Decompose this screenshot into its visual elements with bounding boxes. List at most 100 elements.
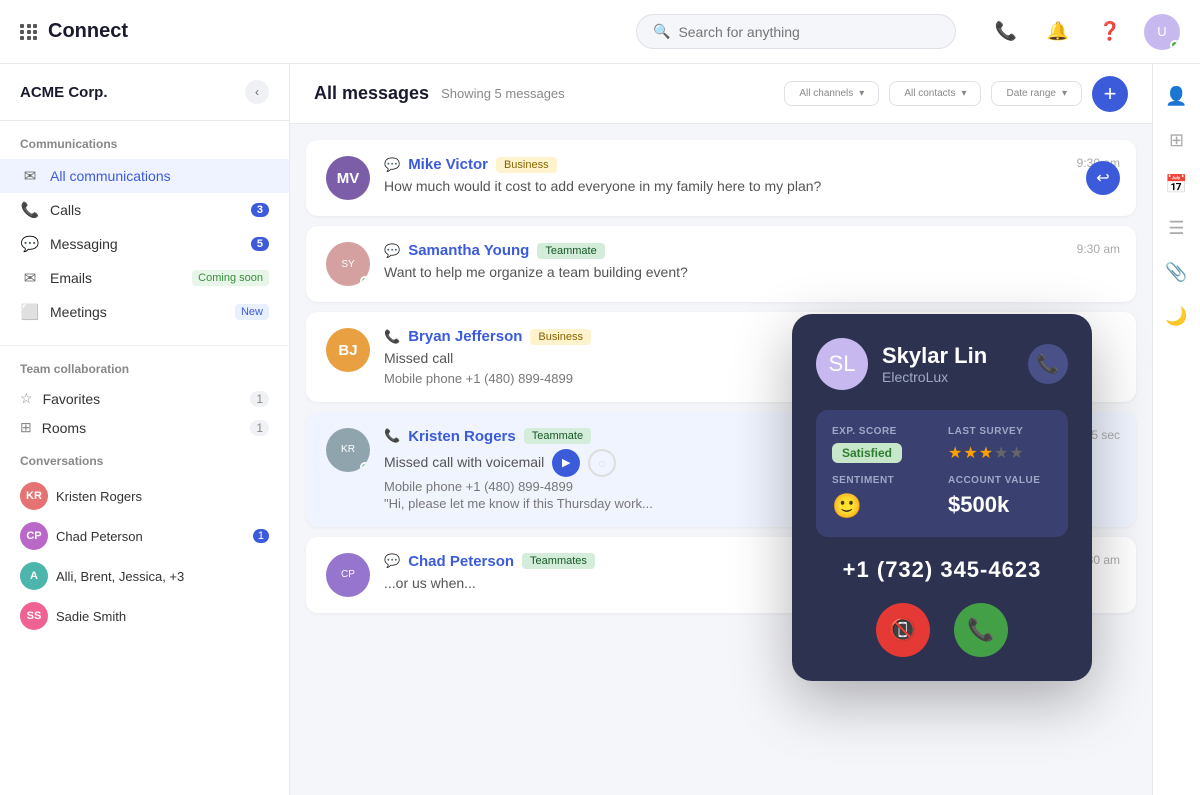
- decline-icon: 📵: [889, 617, 916, 643]
- msg-header-samantha: 💬 Samantha Young Teammate: [384, 242, 1116, 259]
- msg-tag-kristen: Teammate: [524, 428, 591, 444]
- accept-call-button[interactable]: 📞: [954, 603, 1008, 657]
- center-title: All messages: [314, 83, 429, 104]
- all-comms-icon: ✉: [20, 167, 40, 185]
- sentiment-emoji: 🙂: [832, 492, 936, 521]
- caller-name: Skylar Lin: [882, 343, 987, 369]
- msg-tag-bryan: Business: [530, 329, 591, 345]
- conv-item-sadie[interactable]: SS Sadie Smith: [0, 596, 289, 636]
- search-container: 🔍: [636, 14, 956, 49]
- center-filters: All channels ▾ All contacts ▾ Date range…: [784, 76, 1128, 112]
- search-box[interactable]: 🔍: [636, 14, 956, 49]
- msg-name-bryan: Bryan Jefferson: [408, 328, 522, 345]
- team-title: Team collaboration: [0, 362, 289, 384]
- msg-name-kristen: Kristen Rogers: [408, 428, 516, 445]
- chevron-down-icon: ▾: [859, 88, 864, 99]
- bell-icon[interactable]: 🔔: [1040, 14, 1076, 50]
- filter-date-label: Date range: [1006, 88, 1055, 99]
- header: Connect 🔍 📞 🔔 ❓ U: [0, 0, 1200, 64]
- msg-time-samantha: 9:30 am: [1077, 242, 1120, 256]
- voice-dot[interactable]: ○: [588, 449, 616, 477]
- msg-avatar-bryan: BJ: [326, 328, 370, 372]
- accept-icon: 📞: [967, 617, 994, 643]
- sidebar-item-meetings[interactable]: ⬜ Meetings New: [0, 295, 289, 329]
- add-button[interactable]: +: [1092, 76, 1128, 112]
- sentiment-label: SENTIMENT: [832, 475, 936, 486]
- message-card-samantha[interactable]: SY 💬 Samantha Young Teammate Want to hel…: [306, 226, 1136, 302]
- conv-name-kristen: Kristen Rogers: [56, 489, 269, 504]
- new-badge: New: [235, 304, 269, 320]
- center-subtitle: Showing 5 messages: [441, 86, 565, 101]
- filter-contacts[interactable]: All contacts ▾: [889, 81, 981, 106]
- collapse-button[interactable]: ‹: [245, 80, 269, 104]
- caller-company: ElectroLux: [882, 369, 987, 385]
- filter-date[interactable]: Date range ▾: [991, 81, 1082, 106]
- favorites-label: Favorites: [43, 391, 241, 407]
- rail-icon-paperclip[interactable]: 📎: [1157, 252, 1197, 292]
- rooms-count: 1: [250, 420, 269, 436]
- team-item-favorites[interactable]: ☆ Favorites 1: [0, 384, 289, 413]
- caller-avatar-initials: SL: [829, 351, 856, 377]
- caller-info: SL Skylar Lin ElectroLux 📞: [816, 338, 1068, 390]
- search-input[interactable]: [678, 24, 939, 40]
- conv-avatar-kristen: KR: [20, 482, 48, 510]
- conv-item-chad[interactable]: CP Chad Peterson 1: [0, 516, 289, 556]
- conv-avatar-sadie: SS: [20, 602, 48, 630]
- sidebar-item-label: Calls: [50, 202, 241, 218]
- popup-call-icon-btn[interactable]: 📞: [1028, 344, 1068, 384]
- rail-icon-list[interactable]: ☰: [1157, 208, 1197, 248]
- rail-icon-grid[interactable]: ⊞: [1157, 120, 1197, 160]
- sidebar-item-all-communications[interactable]: ✉ All communications: [0, 159, 289, 193]
- msg-tag-mike: Business: [496, 157, 557, 173]
- logo-area: Connect: [20, 20, 128, 43]
- calls-icon: 📞: [20, 201, 40, 219]
- msg-avatar-mike: MV: [326, 156, 370, 200]
- filter-channels-label: All channels: [799, 88, 853, 99]
- msg-text-kristen: Missed call with voicemail: [384, 453, 544, 473]
- msg-channel-icon: 📞: [384, 428, 400, 444]
- msg-avatar-kristen: KR: [326, 428, 370, 472]
- messaging-badge: 5: [251, 237, 269, 251]
- msg-text-samantha: Want to help me organize a team building…: [384, 263, 1116, 283]
- msg-channel-icon: 📞: [384, 329, 400, 345]
- main-layout: ACME Corp. ‹ Communications ✉ All commun…: [0, 64, 1200, 795]
- exp-score-cell: EXP. SCORE Satisfied: [832, 426, 936, 463]
- rail-icon-person[interactable]: 👤: [1157, 76, 1197, 116]
- reply-button-mike[interactable]: ↩: [1086, 161, 1120, 195]
- message-card-mike-victor[interactable]: MV 💬 Mike Victor Business How much would…: [306, 140, 1136, 216]
- online-dot: [360, 462, 370, 472]
- satisfied-badge: Satisfied: [832, 443, 902, 463]
- sidebar-item-messaging[interactable]: 💬 Messaging 5: [0, 227, 289, 261]
- sidebar-item-emails[interactable]: ✉ Emails Coming soon: [0, 261, 289, 295]
- meetings-icon: ⬜: [20, 303, 40, 321]
- conv-item-kristen[interactable]: KR Kristen Rogers: [0, 476, 289, 516]
- org-name: ACME Corp.: [20, 84, 108, 101]
- chevron-down-icon: ▾: [1062, 88, 1067, 99]
- rooms-icon: ⊞: [20, 419, 32, 436]
- account-value-cell: ACCOUNT VALUE $500k: [948, 475, 1052, 521]
- conv-avatar-group: A: [20, 562, 48, 590]
- communications-title: Communications: [0, 137, 289, 159]
- coming-soon-badge: Coming soon: [192, 270, 269, 286]
- rail-icon-calendar[interactable]: 📅: [1157, 164, 1197, 204]
- sidebar: ACME Corp. ‹ Communications ✉ All commun…: [0, 64, 290, 795]
- user-avatar[interactable]: U: [1144, 14, 1180, 50]
- help-icon[interactable]: ❓: [1092, 14, 1128, 50]
- sidebar-item-label: All communications: [50, 168, 269, 184]
- play-button[interactable]: ▶: [552, 449, 580, 477]
- conv-item-group[interactable]: A Alli, Brent, Jessica, +3: [0, 556, 289, 596]
- grid-icon[interactable]: [20, 24, 38, 40]
- rail-icon-moon[interactable]: 🌙: [1157, 296, 1197, 336]
- filter-channels[interactable]: All channels ▾: [784, 81, 879, 106]
- phone-icon[interactable]: 📞: [988, 14, 1024, 50]
- team-item-rooms[interactable]: ⊞ Rooms 1: [0, 413, 289, 442]
- msg-content-mike: 💬 Mike Victor Business How much would it…: [384, 156, 1116, 197]
- metrics-grid: EXP. SCORE Satisfied LAST SURVEY ★★★★★ S…: [816, 410, 1068, 537]
- sidebar-item-calls[interactable]: 📞 Calls 3: [0, 193, 289, 227]
- conv-name-group: Alli, Brent, Jessica, +3: [56, 569, 269, 584]
- search-icon: 🔍: [653, 23, 670, 40]
- msg-channel-icon: 💬: [384, 157, 400, 173]
- last-survey-label: LAST SURVEY: [948, 426, 1052, 437]
- avatar-online-badge: [1170, 40, 1180, 50]
- decline-call-button[interactable]: 📵: [876, 603, 930, 657]
